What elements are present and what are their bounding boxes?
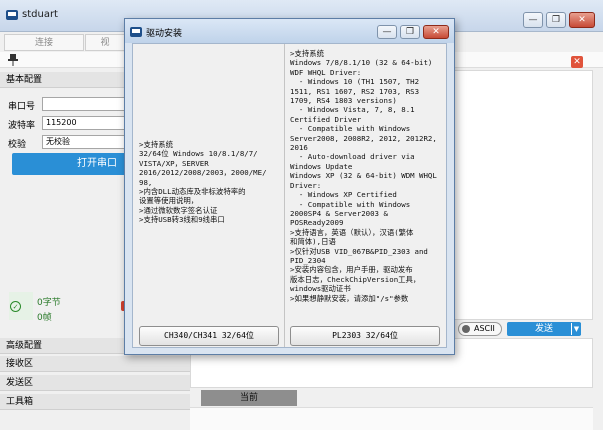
ascii-toggle[interactable]: ASCII <box>458 322 502 336</box>
toolbox-header[interactable]: 工具箱 <box>0 394 190 410</box>
maximize-button[interactable]: ❐ <box>546 12 566 28</box>
dialog-close-button[interactable]: ✕ <box>423 25 449 39</box>
pl2303-description: >支持系统 Windows 7/8/8.1/10 (32 & 64-bit) W… <box>290 49 437 303</box>
current-tab[interactable]: 当前 <box>201 390 297 406</box>
byte-count: 0字节 <box>37 298 61 308</box>
tab-view[interactable]: 视 <box>85 34 125 51</box>
driver-install-dialog: 驱动安装 — ❐ ✕ >支持系统 32/64位 Windows 10/8.1/8… <box>124 18 455 355</box>
dialog-title: 驱动安装 <box>146 29 183 39</box>
dialog-minimize-button[interactable]: — <box>377 25 397 39</box>
app-icon <box>6 10 18 20</box>
baud-label: 波特率 <box>8 121 36 131</box>
pin-icon[interactable] <box>8 54 18 69</box>
dialog-app-icon <box>130 27 142 37</box>
ch340-description: >支持系统 32/64位 Windows 10/8.1/8/7/ VISTA/X… <box>139 140 267 225</box>
ascii-label: ASCII <box>474 324 495 333</box>
install-ch340-button[interactable]: CH340/CH341 32/64位 <box>139 326 279 346</box>
send-dropdown-icon[interactable]: ▼ <box>571 323 581 335</box>
port-label: 串口号 <box>8 102 36 112</box>
send-button[interactable]: 发送 <box>507 322 581 336</box>
toggle-knob-icon <box>462 325 470 333</box>
dialog-content: >支持系统 32/64位 Windows 10/8.1/8/7/ VISTA/X… <box>132 43 447 348</box>
frame-count: 0帧 <box>37 313 52 323</box>
column-divider <box>284 44 285 347</box>
window-title: stduart <box>22 9 58 20</box>
close-button[interactable]: ✕ <box>569 12 595 28</box>
close-panel-icon[interactable]: ✕ <box>571 56 583 68</box>
install-pl2303-button[interactable]: PL2303 32/64位 <box>290 326 440 346</box>
receive-area-header[interactable]: 接收区 <box>0 356 190 372</box>
parity-label: 校验 <box>8 140 27 150</box>
tab-connect[interactable]: 连接 <box>4 34 84 51</box>
send-area-header[interactable]: 发送区 <box>0 375 190 391</box>
dialog-maximize-button[interactable]: ❐ <box>400 25 420 39</box>
status-bar <box>190 407 593 430</box>
reset-counter-icon[interactable]: ✓ <box>10 301 21 312</box>
minimize-button[interactable]: — <box>523 12 543 28</box>
